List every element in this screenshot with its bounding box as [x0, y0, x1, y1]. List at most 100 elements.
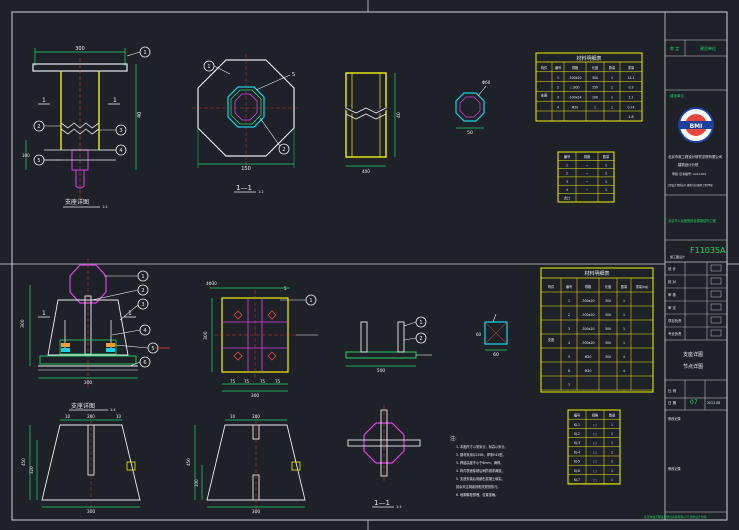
svg-text:1: 1 [309, 298, 312, 304]
tb-signature-box [710, 303, 722, 311]
dim-plate-height: 300 [203, 331, 209, 340]
callout-oct-1: 1 [203, 60, 231, 75]
pipe-size-label: Φ60 [482, 80, 491, 85]
callout-top-2: 2 [33, 120, 61, 132]
column-side-view: 40 400 [345, 72, 402, 174]
tb-row-label: 审 核 [668, 292, 676, 297]
table1-header: 编号 [555, 65, 561, 70]
support-detail-top: 300 1 1 40 100 1 2 3 4 5 支座详图 1:2 [22, 46, 151, 209]
callout-low-4: 4 [111, 324, 151, 336]
svg-text:1: 1 [207, 64, 210, 70]
dim-trap2-h-sub: 100 [194, 479, 199, 487]
table1-cell: 1 [611, 86, 613, 90]
tb-tag2: 建设单位 [700, 45, 716, 51]
table4-cell: 1 [611, 460, 613, 464]
dim-trap-top-b: 200 [87, 414, 95, 419]
tb-signature-box [710, 264, 722, 272]
table3-cell: 2 [568, 313, 570, 317]
table3-cell: 1 [623, 313, 625, 317]
tb-addr: 工程设计资质证书 建筑行业(建筑工程)甲级 [667, 183, 713, 187]
table1-header: 长度 [592, 65, 599, 70]
trapezoid-view-1: 10 200 10 300 450 320 [21, 414, 141, 515]
notes-title: 注: [450, 435, 457, 442]
table3-cell: 1 [623, 341, 625, 345]
section-mark-left: 1 [42, 97, 46, 104]
dim-plate-right: 5 [284, 286, 287, 291]
table3-cell: -300x20 [581, 327, 594, 331]
table4-cell: KJ-7 [574, 478, 580, 482]
tb-cert: 甲级 证书编号: A111001 [672, 171, 707, 176]
table3-cell: 4 [568, 341, 570, 345]
table3-cell: 5 [568, 355, 570, 359]
cad-drawing: 300 1 1 40 100 1 2 3 4 5 支座详图 1:2 150 1 … [0, 0, 739, 530]
tb-row-label: 设 计 [668, 266, 676, 271]
dim-plate-a: 75 [230, 379, 236, 384]
table3-header: 重量(kg) [636, 284, 649, 289]
material-table-3: 材料明细表 构件 编号 规格 长度 数量 重量(kg) 1 -300x20 300 1 2 -300x… [540, 267, 654, 393]
table3-cell: 300 [605, 327, 611, 331]
table2-cell: 1 [605, 163, 607, 167]
material-table-2: 编号 规格 数量 1 ─ 1 2 ─ 2 3 ─ 1 4 ─ 1 合计 [557, 151, 615, 203]
table3-cell: 4 [623, 355, 625, 359]
table2-cell: ─ [585, 188, 588, 192]
tb-signature-box [710, 290, 722, 298]
svg-text:1:2: 1:2 [258, 190, 264, 194]
table2-header: 数量 [603, 154, 610, 159]
table3-header: 规格 [585, 284, 592, 289]
table1-cell: □300 [570, 86, 579, 90]
table3-cell: -300x20 [581, 341, 594, 345]
table3-header: 数量 [621, 284, 628, 289]
table4-cell: 1 [611, 478, 613, 482]
dim-top-width: 300 [75, 46, 85, 52]
svg-text:2: 2 [282, 147, 285, 153]
table4-header: 编号 [574, 413, 580, 418]
callout-low-5: 5 [114, 342, 159, 354]
svg-text:5: 5 [37, 158, 40, 164]
pipe-detail: 50 Φ60 [455, 80, 491, 136]
table3-cell: 4 [623, 369, 625, 373]
table1-cell: 4 [557, 105, 559, 109]
table3-cell: 300 [605, 355, 611, 359]
svg-text:6: 6 [143, 360, 146, 366]
tb-date: 日 期 [668, 400, 677, 405]
table3-cell: M20 [585, 355, 592, 359]
dim-elev-width: 500 [377, 368, 386, 374]
table2-cell: 1 [566, 163, 568, 167]
table4-cell: KJ-3 [574, 441, 580, 445]
tb-company: 北京市政工程设计研究总院有限公司 [668, 154, 722, 159]
table1-header: 重量 [628, 65, 635, 70]
note-line: 2. 钢材采用Q235B，焊条E43型。 [456, 452, 506, 457]
table3-cell: 300 [605, 341, 611, 345]
table3-cell: 300 [605, 313, 611, 317]
table1-cell: 1 [594, 105, 596, 109]
table1-cell: 100 [592, 95, 598, 99]
tb-drawing-title1: 支座详图 [683, 351, 703, 358]
dim-trap2-bottom: 300 [252, 509, 261, 515]
table3-cell: -300x20 [581, 313, 594, 317]
note-line: 4. 构件表面除锈后刷防锈漆两道。 [456, 468, 505, 473]
tb-row-label: 审 定 [668, 305, 676, 310]
dim-trap2-top-a: 10 [230, 414, 236, 419]
tb-tag1: 审 定 [670, 45, 679, 51]
table1-cell: 4.8 [628, 115, 633, 119]
title-section-top: 1—1 [236, 184, 252, 192]
support-detail-lower: 300 300 1 1 1 2 3 4 5 6 支座详图 1:4 [20, 258, 170, 412]
table4-header: 规格 [592, 413, 599, 418]
table1-cell: 3 [557, 95, 559, 99]
svg-text:1:4: 1:4 [110, 408, 116, 412]
tb-project: 北京市人民医院综合楼钢结构工程 [668, 218, 717, 223]
table3-title: 材料明细表 [584, 270, 609, 277]
table1-cell: 1 [611, 95, 613, 99]
callout-top-3: 3 [99, 124, 127, 136]
svg-text:1:4: 1:4 [396, 505, 402, 509]
table1-cell: -100x14 [568, 95, 581, 99]
table4-header: 数量 [609, 413, 616, 418]
section-octagon-top: 150 1 2 5 1—1 1:2 [192, 54, 300, 194]
tb-footer: 北京市政工程设计研究总院有限公司 建筑设计分院 [644, 515, 707, 519]
section-octagon-lower: 1—1 1:4 [347, 405, 421, 509]
table4-cell: 1 [611, 441, 613, 445]
callout-elev-2: 2 [403, 332, 427, 344]
svg-text:1:2: 1:2 [102, 205, 108, 209]
tb-drawing-no: F11035A [690, 246, 726, 255]
table4-cell: 1 [611, 423, 613, 427]
